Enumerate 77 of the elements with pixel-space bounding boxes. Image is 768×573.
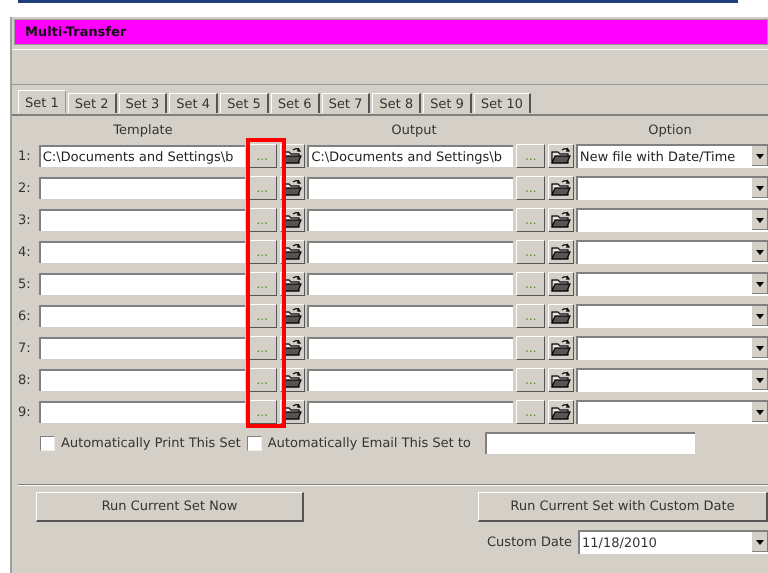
browse-button[interactable]: ... bbox=[248, 144, 277, 168]
browse-button[interactable]: ... bbox=[516, 304, 546, 328]
tab[interactable]: Set 10 bbox=[474, 93, 531, 113]
template-field[interactable] bbox=[38, 241, 245, 263]
output-field[interactable] bbox=[307, 337, 514, 359]
browse-button[interactable]: ... bbox=[248, 304, 277, 328]
browse-button[interactable]: ... bbox=[516, 240, 546, 264]
output-field[interactable] bbox=[307, 209, 514, 231]
tab[interactable]: Set 2 bbox=[68, 93, 117, 113]
output-field[interactable]: C:\Documents and Settings\b bbox=[307, 145, 514, 167]
template-field[interactable] bbox=[38, 337, 245, 359]
run-button[interactable]: Run Current Set Now bbox=[36, 492, 304, 522]
window-title: Multi-Transfer bbox=[14, 19, 768, 45]
run-button[interactable]: Run Current Set with Custom Date bbox=[478, 492, 768, 522]
column-header: Output bbox=[391, 122, 437, 138]
browse-button[interactable]: ... bbox=[248, 176, 277, 200]
option-dropdown[interactable]: New file with Date/Time bbox=[576, 144, 768, 168]
tab[interactable]: Set 7 bbox=[322, 93, 370, 113]
output-field[interactable] bbox=[307, 177, 514, 199]
browse-button[interactable]: ... bbox=[516, 144, 546, 168]
row-label: 2: bbox=[18, 180, 32, 196]
browse-button[interactable]: ... bbox=[248, 272, 277, 296]
tab[interactable]: Set 6 bbox=[270, 93, 320, 113]
row-label: 3: bbox=[18, 212, 32, 228]
row-label: 7: bbox=[18, 340, 32, 356]
row-label: 1: bbox=[18, 148, 32, 164]
output-field[interactable] bbox=[307, 273, 514, 295]
option-dropdown[interactable] bbox=[576, 368, 768, 392]
template-field[interactable] bbox=[38, 209, 245, 231]
browse-button[interactable]: ... bbox=[248, 368, 277, 392]
browse-button[interactable]: ... bbox=[248, 400, 277, 424]
column-header: Option bbox=[648, 122, 692, 138]
browse-button[interactable]: ... bbox=[516, 400, 546, 424]
template-field[interactable] bbox=[38, 177, 245, 199]
output-field[interactable] bbox=[307, 241, 514, 263]
browse-button[interactable]: ... bbox=[516, 176, 546, 200]
row-label: 6: bbox=[18, 308, 32, 324]
checkbox-label: Automatically Print This Set bbox=[61, 436, 241, 450]
column-header: Template bbox=[113, 122, 173, 138]
output-field[interactable] bbox=[307, 305, 514, 327]
option-dropdown[interactable] bbox=[576, 336, 768, 360]
template-field[interactable]: C:\Documents and Settings\b bbox=[38, 145, 245, 167]
tab[interactable]: Set 1 bbox=[18, 90, 66, 113]
browse-button[interactable]: ... bbox=[516, 208, 546, 232]
browse-button[interactable]: ... bbox=[516, 368, 546, 392]
browse-button[interactable]: ... bbox=[248, 208, 277, 232]
option-dropdown[interactable] bbox=[576, 176, 768, 200]
row-label: 4: bbox=[18, 244, 32, 260]
option-dropdown[interactable] bbox=[576, 272, 768, 296]
template-field[interactable] bbox=[38, 273, 245, 295]
option-dropdown[interactable] bbox=[576, 208, 768, 232]
tab[interactable]: Set 8 bbox=[372, 93, 422, 113]
checkbox[interactable] bbox=[246, 436, 262, 450]
row-label: 8: bbox=[18, 372, 32, 388]
option-dropdown[interactable] bbox=[576, 400, 768, 424]
option-dropdown[interactable] bbox=[576, 304, 768, 328]
email-field[interactable] bbox=[484, 432, 695, 454]
row-label: 5: bbox=[18, 276, 32, 292]
checkbox[interactable] bbox=[40, 436, 55, 450]
browse-button[interactable]: ... bbox=[248, 240, 277, 264]
browse-button[interactable]: ... bbox=[516, 336, 546, 360]
output-field[interactable] bbox=[307, 369, 514, 391]
template-field[interactable] bbox=[38, 305, 245, 327]
checkbox-label: Automatically Email This Set to bbox=[268, 436, 471, 450]
row-label: 9: bbox=[18, 404, 32, 420]
tab[interactable]: Set 3 bbox=[118, 93, 168, 113]
tab[interactable]: Set 9 bbox=[423, 93, 472, 113]
option-dropdown[interactable] bbox=[576, 240, 768, 264]
browse-button[interactable]: ... bbox=[248, 336, 277, 360]
output-field[interactable] bbox=[307, 401, 514, 423]
tab[interactable]: Set 5 bbox=[220, 93, 269, 113]
date-label: Custom Date bbox=[486, 534, 572, 550]
tab[interactable]: Set 4 bbox=[169, 93, 218, 113]
date-dropdown[interactable]: 11/18/2010 bbox=[578, 530, 768, 554]
template-field[interactable] bbox=[38, 369, 245, 391]
template-field[interactable] bbox=[38, 401, 245, 423]
browse-button[interactable]: ... bbox=[516, 272, 546, 296]
